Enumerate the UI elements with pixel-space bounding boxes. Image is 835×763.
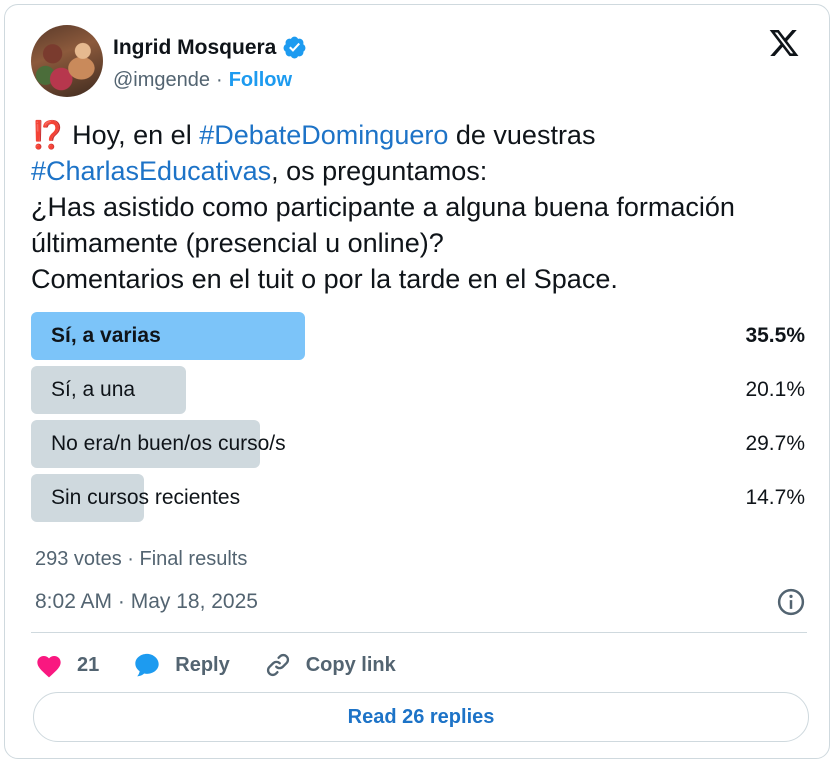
hashtag-link[interactable]: #DebateDominguero (199, 120, 448, 150)
tweet-text-segment: de vuestras (448, 120, 596, 150)
copy-link-button[interactable]: Copy link (264, 651, 396, 679)
author-name-row: Ingrid Mosquera (113, 35, 307, 60)
poll-option-label: Sí, a una (51, 378, 136, 401)
read-replies-button[interactable]: Read 26 replies (33, 692, 809, 742)
tweet-text-line: ¿Has asistido como participante a alguna… (31, 192, 735, 222)
verified-badge-icon (283, 36, 306, 59)
tweet-text: ⁉️ Hoy, en el #DebateDominguero de vuest… (31, 117, 821, 297)
copy-link-label: Copy link (305, 653, 396, 676)
divider (31, 632, 807, 633)
poll-option: No era/n buen/os curso/s 29.7% (31, 420, 805, 468)
poll-option-percent: 14.7% (745, 486, 805, 509)
reply-bubble-icon (135, 653, 159, 677)
poll-option-percent: 20.1% (745, 378, 805, 401)
follow-button[interactable]: Follow (229, 69, 292, 92)
like-count: 21 (77, 653, 100, 676)
hashtag-link[interactable]: #CharlasEducativas (31, 156, 271, 186)
poll-option-percent: 35.5% (745, 324, 805, 347)
exclamation-question-emoji: ⁉️ (31, 120, 65, 150)
tweet-text-segment: , os preguntamos: (271, 156, 488, 186)
action-bar: 21 Reply Copy link (35, 645, 430, 685)
author-name[interactable]: Ingrid Mosquera (113, 36, 276, 60)
poll-option-percent: 29.7% (745, 432, 805, 455)
handle-separator: · (216, 69, 223, 91)
tweet-text-line: últimamente (presencial u online)? (31, 228, 444, 258)
tweet-timestamp[interactable]: 8:02 AM · May 18, 2025 (35, 590, 258, 614)
tweet-text-line: Comentarios en el tuit o por la tarde en… (31, 264, 618, 294)
poll-summary: 293 votes · Final results (35, 548, 248, 570)
poll-option: Sí, a una 20.1% (31, 366, 805, 414)
avatar[interactable] (31, 25, 103, 97)
poll-option: Sin cursos recientes 14.7% (31, 474, 805, 522)
reply-label: Reply (175, 653, 230, 676)
tweet-card: Ingrid Mosquera @imgende · Follow ⁉️ Hoy… (4, 4, 830, 759)
like-button[interactable]: 21 (35, 652, 99, 678)
poll-option: Sí, a varias 35.5% (31, 312, 805, 360)
author-handle-row: @imgende · Follow (113, 69, 292, 92)
link-icon (266, 653, 289, 677)
poll-option-label: No era/n buen/os curso/s (51, 432, 286, 455)
poll-option-label: Sin cursos recientes (51, 486, 241, 509)
poll-option-label: Sí, a varias (51, 324, 161, 347)
x-logo-icon[interactable] (767, 27, 801, 59)
author-handle[interactable]: @imgende (113, 69, 210, 92)
info-icon[interactable] (776, 587, 806, 617)
reply-button[interactable]: Reply (133, 651, 230, 679)
tweet-text-segment: Hoy, en el (64, 120, 200, 150)
heart-icon (37, 655, 61, 678)
